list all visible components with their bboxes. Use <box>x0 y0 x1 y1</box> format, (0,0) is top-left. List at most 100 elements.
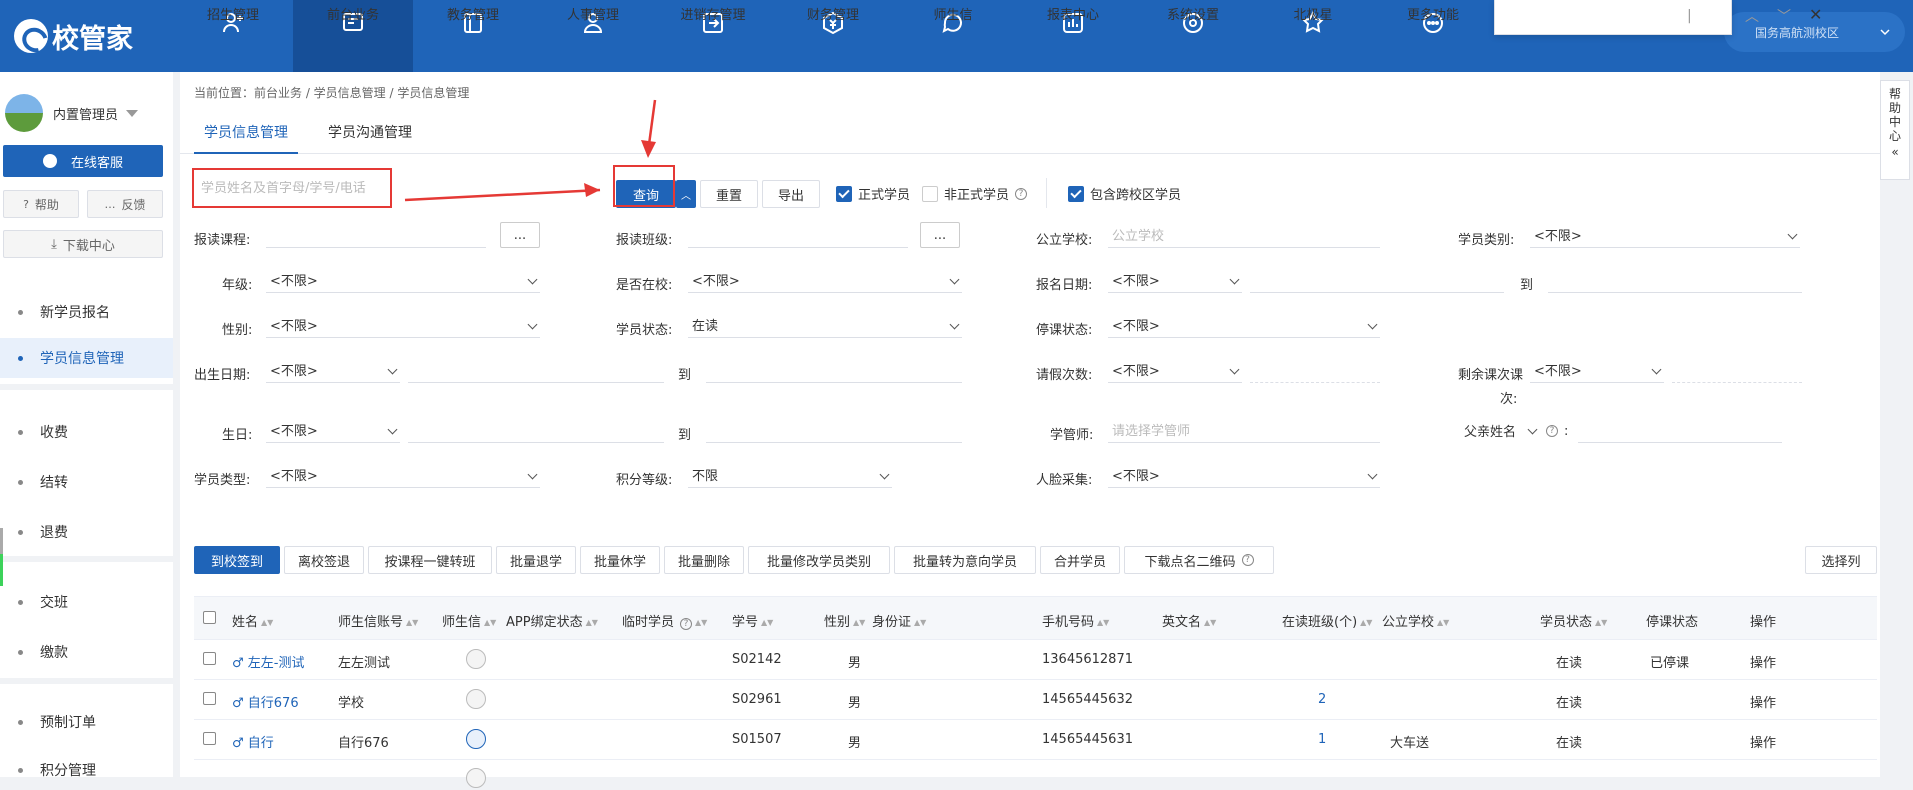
nav-reports[interactable]: 报表中心 <box>1013 0 1133 72</box>
in-school-select[interactable]: <不限> <box>688 267 962 293</box>
row-checkbox[interactable] <box>203 732 216 745</box>
row-checkbox[interactable] <box>203 652 216 665</box>
operation-link[interactable]: 操作 <box>1750 692 1776 711</box>
birthday-end[interactable] <box>706 417 962 443</box>
formal-student-checkbox[interactable]: 正式学员 <box>836 184 910 203</box>
batch-delete-button[interactable]: 批量删除 <box>664 546 744 574</box>
menu-charge[interactable]: 收费 <box>0 412 173 452</box>
transfer-class-button[interactable]: 按课程一键转班 <box>368 546 492 574</box>
col-student-id[interactable]: 学号 ▲▼ <box>732 611 773 630</box>
school-field[interactable]: 公立学校 <box>1108 222 1380 248</box>
tab-student-communication[interactable]: 学员沟通管理 <box>328 122 412 142</box>
nav-polaris[interactable]: 北极星 <box>1253 0 1373 72</box>
feedback-button[interactable]: … 反馈 <box>87 190 163 218</box>
status-select[interactable]: 在读 <box>688 312 962 338</box>
father-name-input[interactable] <box>1578 417 1782 443</box>
suspend-select[interactable]: <不限> <box>1108 312 1380 338</box>
checkout-button[interactable]: 离校签退 <box>284 546 364 574</box>
col-temporary[interactable]: 临时学员? ▲▼ <box>622 611 707 630</box>
class-field[interactable] <box>688 222 908 248</box>
chevron-down-icon[interactable]: ﹀ <box>1777 6 1791 26</box>
leave-count-input[interactable] <box>1250 357 1380 383</box>
messenger-icon[interactable] <box>466 768 486 788</box>
nav-enrollment[interactable]: 招生管理 <box>173 0 293 72</box>
help-center-tab[interactable]: 帮助中心 « <box>1880 80 1910 180</box>
class-picker-button[interactable]: ... <box>920 222 960 248</box>
search-input[interactable] <box>201 180 390 196</box>
student-name-link[interactable]: ♂ 自行676 <box>232 692 299 711</box>
download-center-button[interactable]: ⤓ 下载中心 <box>3 230 163 258</box>
nav-finance[interactable]: 财务管理 <box>773 0 893 72</box>
operation-link[interactable]: 操作 <box>1750 732 1776 751</box>
col-classes[interactable]: 在读班级(个) ▲▼ <box>1282 611 1372 630</box>
birthday-start[interactable] <box>408 417 664 443</box>
col-school[interactable]: 公立学校 ▲▼ <box>1382 611 1449 630</box>
nav-messenger[interactable]: 师生信 <box>893 0 1013 72</box>
nav-inventory[interactable]: 进销存管理 <box>653 0 773 72</box>
col-messenger[interactable]: 师生信 ▲▼ <box>442 611 496 630</box>
operation-link[interactable]: 操作 <box>1750 652 1776 671</box>
birthday-select[interactable]: <不限> <box>266 417 400 443</box>
batch-withdraw-button[interactable]: 批量退学 <box>496 546 576 574</box>
menu-carryover[interactable]: 结转 <box>0 462 173 502</box>
course-field[interactable] <box>266 222 486 248</box>
export-button[interactable]: 导出 <box>762 180 820 208</box>
manager-field[interactable]: 请选择学管师 <box>1108 417 1380 443</box>
menu-refund[interactable]: 退费 <box>0 512 173 552</box>
student-name-link[interactable]: ♂ 左左-测试 <box>232 652 304 671</box>
reset-button[interactable]: 重置 <box>700 180 758 208</box>
points-select[interactable]: 不限 <box>688 462 892 488</box>
menu-payment[interactable]: 缴款 <box>0 632 173 672</box>
query-button[interactable]: 查询 <box>616 180 676 208</box>
batch-suspend-button[interactable]: 批量休学 <box>580 546 660 574</box>
col-gender[interactable]: 性别 ▲▼ <box>824 611 865 630</box>
col-app-status[interactable]: APP绑定状态 ▲▼ <box>506 611 598 630</box>
user-profile[interactable]: 内置管理员 <box>5 94 139 132</box>
col-id-card[interactable]: 身份证 ▲▼ <box>872 611 926 630</box>
col-phone[interactable]: 手机号码 ▲▼ <box>1042 611 1109 630</box>
birth-date-select[interactable]: <不限> <box>266 357 400 383</box>
app-logo[interactable]: 校管家 <box>14 14 133 58</box>
student-name-link[interactable]: ♂ 自行 <box>232 732 274 751</box>
enroll-date-select[interactable]: <不限> <box>1108 267 1242 293</box>
menu-new-enrollment[interactable]: 新学员报名 <box>0 292 173 332</box>
menu-preorder[interactable]: 预制订单 <box>0 702 173 742</box>
col-account[interactable]: 师生信账号 ▲▼ <box>338 611 418 630</box>
batch-intent-button[interactable]: 批量转为意向学员 <box>894 546 1036 574</box>
father-name-select[interactable]: 父亲姓名 <box>1460 417 1540 443</box>
select-columns-button[interactable]: 选择列 <box>1805 546 1877 574</box>
select-all-checkbox[interactable] <box>203 611 216 624</box>
batch-category-button[interactable]: 批量修改学员类别 <box>748 546 890 574</box>
search-input-box[interactable] <box>192 168 392 208</box>
enroll-date-start[interactable] <box>1250 267 1504 293</box>
col-name[interactable]: 姓名 ▲▼ <box>232 611 273 630</box>
messenger-icon[interactable] <box>466 729 486 749</box>
menu-points[interactable]: 积分管理 <box>0 750 173 790</box>
col-status[interactable]: 学员状态 ▲▼ <box>1540 611 1607 630</box>
nav-more[interactable]: 更多功能 <box>1373 0 1493 72</box>
checkin-button[interactable]: 到校签到 <box>194 546 280 574</box>
classes-cell[interactable]: 2 <box>1318 692 1326 707</box>
menu-shift[interactable]: 交班 <box>0 582 173 622</box>
col-english-name[interactable]: 英文名 ▲▼ <box>1162 611 1216 630</box>
birth-date-end[interactable] <box>706 357 962 383</box>
category-select[interactable]: <不限> <box>1530 222 1800 248</box>
enroll-date-end[interactable] <box>1548 267 1802 293</box>
classes-cell[interactable]: 1 <box>1318 732 1326 747</box>
informal-student-checkbox[interactable]: 非正式学员? <box>922 184 1028 203</box>
cross-campus-checkbox[interactable]: 包含跨校区学员 <box>1068 184 1181 203</box>
birth-date-start[interactable] <box>408 357 664 383</box>
nav-academic[interactable]: 教务管理 <box>413 0 533 72</box>
type-select[interactable]: <不限> <box>266 462 540 488</box>
remaining-input[interactable] <box>1672 357 1802 383</box>
messenger-icon[interactable] <box>466 649 486 669</box>
menu-student-info[interactable]: 学员信息管理 <box>0 338 173 378</box>
download-qr-button[interactable]: 下载点名二维码? <box>1124 546 1274 574</box>
leave-count-select[interactable]: <不限> <box>1108 357 1242 383</box>
nav-hr[interactable]: 人事管理 <box>533 0 653 72</box>
chevron-up-icon[interactable]: ︿ <box>1745 6 1759 26</box>
remaining-select[interactable]: <不限> <box>1530 357 1664 383</box>
tab-student-info[interactable]: 学员信息管理 <box>194 122 298 154</box>
course-picker-button[interactable]: ... <box>500 222 540 248</box>
nav-front-desk[interactable]: 前台业务 <box>293 0 413 72</box>
